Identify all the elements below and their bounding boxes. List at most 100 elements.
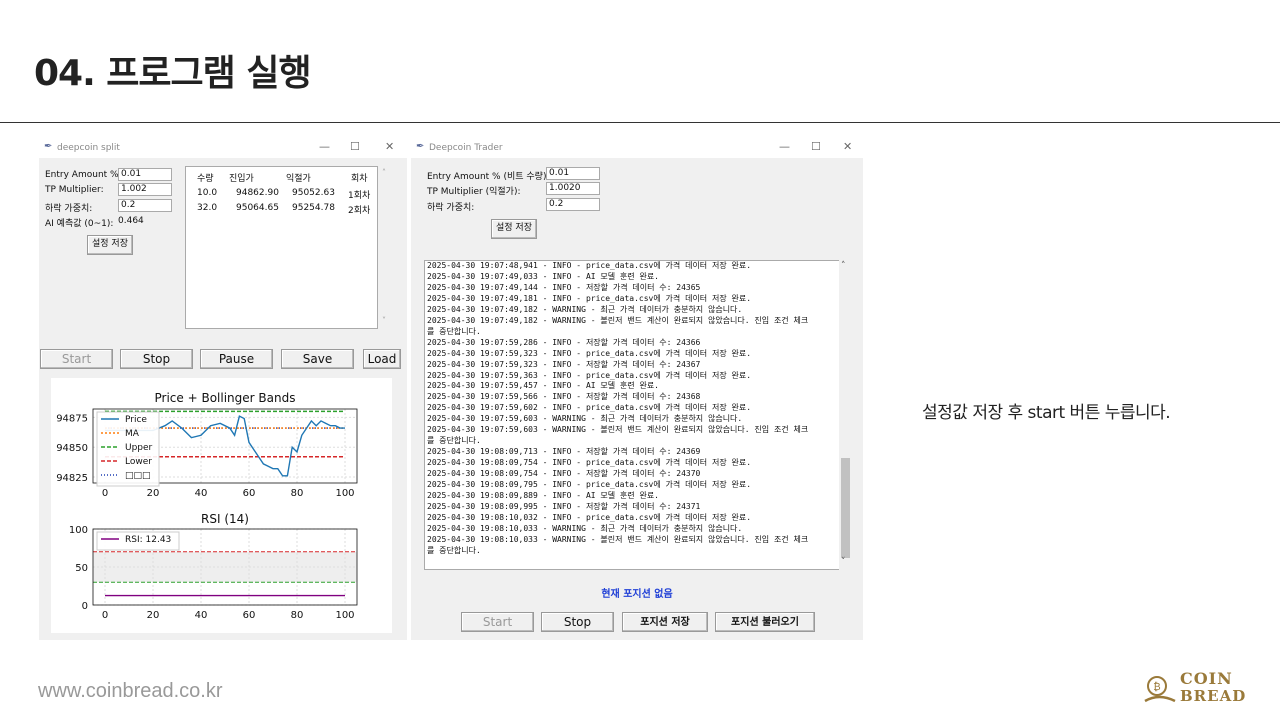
column-header-entry-price[interactable]: 진입가 (229, 171, 254, 184)
y-tick-label: 94825 (56, 473, 88, 484)
window-title: deepcoin split (57, 143, 120, 153)
x-tick-label: 100 (335, 488, 354, 499)
scroll-up-icon[interactable]: ˄ (841, 261, 846, 271)
x-tick-label: 40 (195, 488, 208, 499)
save-settings-button[interactable]: 설정 저장 (87, 235, 133, 255)
x-tick-label: 0 (102, 488, 108, 499)
entry-amount-label: Entry Amount % (비트 수량): (427, 172, 550, 182)
close-button[interactable]: ✕ (843, 140, 852, 153)
footer-url[interactable]: www.coinbread.co.kr (38, 680, 223, 703)
log-line: 2025-04-30 19:08:09,995 - INFO - 저장할 가격 … (427, 501, 701, 511)
scroll-down-icon[interactable]: ˅ (841, 557, 846, 567)
x-tick-label: 0 (102, 610, 108, 621)
x-tick-label: 20 (147, 488, 160, 499)
coin-icon: ₿ (1144, 676, 1176, 703)
y-tick-label: 0 (82, 601, 88, 612)
log-line: 2025-04-30 19:08:10,032 - INFO - price_d… (427, 512, 752, 522)
entries-table: 수량 진입가 익절가 회차 10.0 94862.90 95052.63 1회차… (185, 166, 378, 329)
maximize-button[interactable]: ☐ (350, 140, 360, 153)
tp-multiplier-label: TP Multiplier: (45, 185, 104, 195)
log-scrollbar[interactable]: ˄ ˅ (839, 260, 852, 570)
save-button[interactable]: Save (281, 349, 354, 369)
save-settings-button[interactable]: 설정 저장 (491, 219, 537, 239)
x-tick-label: 80 (291, 488, 304, 499)
log-line: 2025-04-30 19:08:09,889 - INFO - AI 모델 훈… (427, 491, 659, 501)
log-line: 2025-04-30 19:08:09,713 - INFO - 저장할 가격 … (427, 447, 701, 457)
table-cell[interactable]: 95064.65 (236, 203, 279, 213)
legend-label: □□□ (125, 471, 151, 481)
table-cell[interactable]: 94862.90 (236, 188, 279, 198)
slide-caption: 설정값 저장 후 start 버튼 누릅니다. (922, 403, 1171, 423)
log-line: 2025-04-30 19:07:49,144 - INFO - 저장할 가격 … (427, 282, 701, 292)
tp-multiplier-field[interactable]: 1.0020 (546, 182, 600, 195)
log-line: 2025-04-30 19:07:59,602 - INFO - price_d… (427, 403, 752, 413)
window-title: Deepcoin Trader (429, 143, 503, 153)
stop-button[interactable]: Stop (541, 612, 614, 632)
entry-amount-field[interactable]: 0.01 (118, 168, 172, 181)
maximize-button[interactable]: ☐ (811, 140, 821, 153)
window-titlebar: ✒ deepcoin split — ☐ ✕ (39, 138, 407, 158)
log-line: 2025-04-30 19:07:49,182 - WARNING - 최근 가… (427, 304, 743, 314)
log-line: 2025-04-30 19:07:59,603 - WARNING - 최근 가… (427, 414, 743, 424)
close-button[interactable]: ✕ (385, 140, 394, 153)
svg-text:₿: ₿ (1153, 681, 1160, 693)
log-line: 2025-04-30 19:07:49,182 - WARNING - 볼린저 … (427, 315, 809, 325)
log-line: 2025-04-30 19:08:09,795 - INFO - price_d… (427, 480, 752, 490)
log-line: 2025-04-30 19:07:49,181 - INFO - price_d… (427, 293, 752, 303)
log-line: 2025-04-30 19:07:59,323 - INFO - price_d… (427, 348, 752, 358)
log-line: 2025-04-30 19:07:49,033 - INFO - AI 모델 훈… (427, 271, 659, 281)
logo-text-coin: COIN (1180, 669, 1233, 688)
log-line: 2025-04-30 19:07:59,566 - INFO - 저장할 가격 … (427, 392, 701, 402)
weight-label: 하락 가중치: (427, 203, 475, 213)
log-line: 를 중단합니다. (427, 436, 481, 446)
x-tick-label: 60 (243, 610, 256, 621)
log-line: 2025-04-30 19:08:09,754 - INFO - 저장할 가격 … (427, 469, 701, 479)
feather-icon: ✒ (44, 141, 53, 152)
scroll-up-icon[interactable]: ˄ (382, 168, 386, 177)
table-scrollbar[interactable]: ˄ ˅ (379, 166, 393, 329)
table-cell[interactable]: 32.0 (197, 203, 217, 213)
pause-button[interactable]: Pause (200, 349, 273, 369)
position-status: 현재 포지션 없음 (601, 589, 673, 600)
load-position-button[interactable]: 포지션 불러오기 (715, 612, 815, 632)
window-titlebar: ✒ Deepcoin Trader — ☐ ✕ (411, 138, 863, 158)
scroll-down-icon[interactable]: ˅ (382, 316, 386, 325)
start-button[interactable]: Start (461, 612, 534, 632)
tp-multiplier-field[interactable]: 1.002 (118, 183, 172, 196)
load-button[interactable]: Load (363, 349, 401, 369)
y-tick-label: 100 (69, 525, 88, 536)
column-header-qty[interactable]: 수량 (197, 171, 214, 184)
minimize-button[interactable]: — (779, 140, 790, 153)
table-cell[interactable]: 10.0 (197, 188, 217, 198)
table-cell[interactable]: 1회차 (348, 188, 370, 201)
y-tick-label: 94850 (56, 443, 88, 454)
table-cell[interactable]: 2회차 (348, 203, 370, 216)
deepcoin-trader-window: ✒ Deepcoin Trader — ☐ ✕ Entry Amount % (… (411, 138, 863, 640)
x-tick-label: 60 (243, 488, 256, 499)
save-position-button[interactable]: 포지션 저장 (622, 612, 708, 632)
log-line: 2025-04-30 19:08:10,033 - WARNING - 최근 가… (427, 523, 743, 533)
table-cell[interactable]: 95254.78 (292, 203, 335, 213)
weight-field[interactable]: 0.2 (546, 198, 600, 211)
log-line: 2025-04-30 19:07:59,363 - INFO - price_d… (427, 370, 752, 380)
log-output: 2025-04-30 19:07:48,941 - INFO - price_d… (424, 260, 852, 570)
legend-label: Price (125, 415, 147, 425)
stop-button[interactable]: Stop (120, 349, 193, 369)
entry-amount-field[interactable]: 0.01 (546, 167, 600, 180)
logo-text-bread: BREAD (1180, 687, 1247, 705)
column-header-tp-price[interactable]: 익절가 (286, 171, 311, 184)
log-line: 를 중단합니다. (427, 545, 481, 555)
start-button[interactable]: Start (40, 349, 113, 369)
scrollbar-thumb[interactable] (841, 458, 850, 558)
ai-prediction-value: 0.464 (118, 216, 144, 226)
x-tick-label: 80 (291, 610, 304, 621)
minimize-button[interactable]: — (319, 140, 330, 153)
chart-title: Price + Bollinger Bands (155, 391, 296, 405)
log-line: 2025-04-30 19:07:59,457 - INFO - AI 모델 훈… (427, 381, 659, 391)
table-cell[interactable]: 95052.63 (292, 188, 335, 198)
title-divider (0, 122, 1280, 123)
weight-field[interactable]: 0.2 (118, 199, 172, 212)
column-header-round[interactable]: 회차 (351, 171, 368, 184)
legend-label: Upper (125, 443, 153, 453)
ai-prediction-label: AI 예측값 (0~1): (45, 219, 114, 229)
